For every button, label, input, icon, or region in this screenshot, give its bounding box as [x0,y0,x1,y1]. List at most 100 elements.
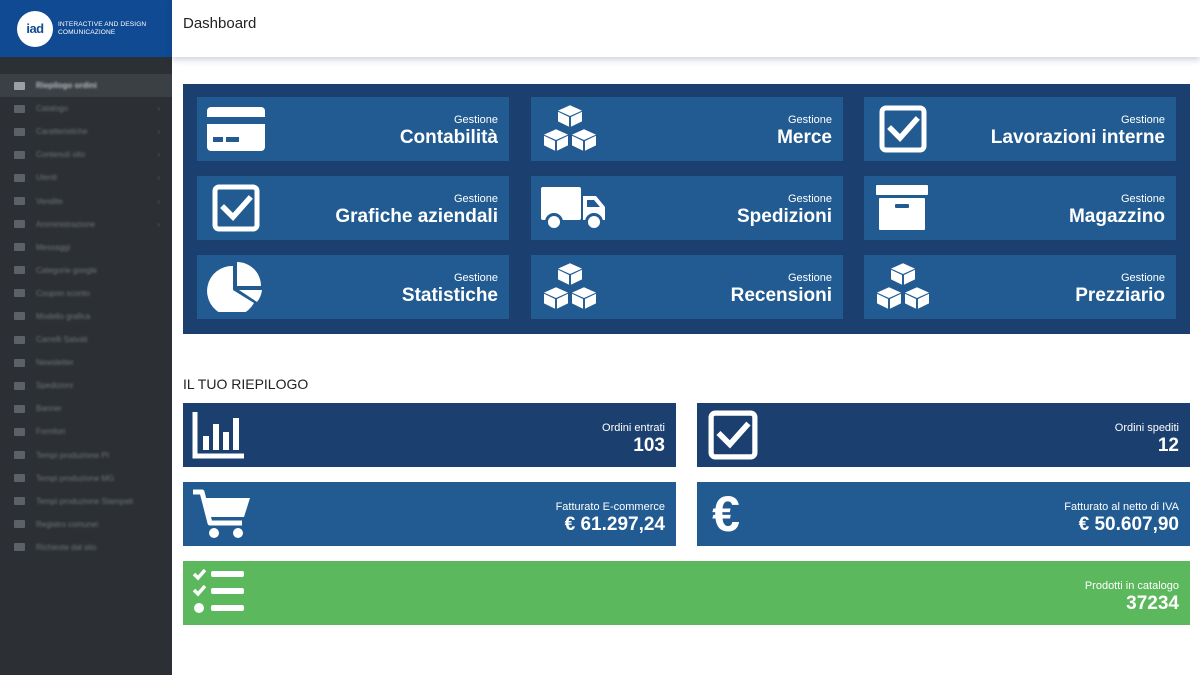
tile-merce[interactable]: Gestione Merce [531,97,843,161]
sidebar-item[interactable]: Tempi produzione MG [0,467,172,490]
tile-title: Lavorazioni interne [990,127,1165,148]
card-label: Ordini spediti [1114,422,1179,434]
sidebar-item-icon [14,173,25,182]
sidebar-item[interactable]: Registro comunei [0,513,172,536]
sidebar-item[interactable]: Categorie google [0,259,172,282]
tile-grafiche-aziendali[interactable]: Gestione Grafiche aziendali [197,176,509,240]
tile-magazzino-text: Gestione Magazzino [1069,193,1165,228]
sidebar-item[interactable]: Carrelli Salvati [0,328,172,351]
sidebar-item[interactable]: Riepilogo ordini [0,74,172,98]
sidebar-item-label: Tempi produzione PI [36,450,109,460]
tile-recensioni[interactable]: Gestione Recensioni [531,255,843,319]
tile-prezziario[interactable]: Gestione Prezziario [864,255,1176,319]
tile-statistiche-text: Gestione Statistiche [402,272,498,307]
tile-spedizioni-text: Gestione Spedizioni [737,193,832,228]
sidebar-item-label: Banner [36,404,62,414]
sidebar-item-label: Riepilogo ordini [36,81,97,91]
tile-recensioni-text: Gestione Recensioni [731,272,832,307]
cubes-icon [541,105,599,153]
sidebar-item-icon [14,127,25,136]
tile-title: Statistiche [401,285,498,306]
card-value: 103 [633,435,665,456]
check-square-icon [207,184,265,232]
tile-magazzino[interactable]: Gestione Magazzino [864,176,1176,240]
sidebar-nav: Riepilogo ordini Catalogo › Caratteristiche… [0,74,172,559]
brand-text: INTERACTIVE AND DESIGN COMUNICAZIONE [58,21,146,36]
sidebar-item[interactable]: Utenti › [0,166,172,189]
card-value: € 50.607,90 [1078,514,1179,535]
page-title: Dashboard [183,15,257,32]
sidebar-item[interactable]: Contenuti sito › [0,143,172,166]
bar-chart-icon [192,410,246,460]
cubes-icon [541,263,599,311]
card-fatturato-netto-text: Fatturato al netto di IVA € 50.607,90 [1064,501,1179,536]
sidebar-item[interactable]: Vendite › [0,189,172,212]
sidebar-item-label: Vendite [36,196,63,206]
brand-header[interactable]: iad INTERACTIVE AND DESIGN COMUNICAZIONE [0,0,172,57]
tile-lavorazioni-text: Gestione Lavorazioni interne [991,114,1165,149]
chevron-right-icon: › [157,219,160,229]
card-prodotti-text: Prodotti in catalogo 37234 [1085,580,1179,615]
tile-prefix: Gestione [453,114,498,126]
tile-title: Merce [777,127,832,148]
sidebar-item-icon [14,543,25,552]
sidebar-item[interactable]: Spedizioni [0,374,172,397]
sidebar-item[interactable]: Messaggi [0,236,172,259]
sidebar-item[interactable]: Tempi produzione Stampati [0,490,172,513]
credit-card-icon [207,105,265,153]
tile-prezziario-text: Gestione Prezziario [1075,272,1165,307]
card-ordini-entrati[interactable]: Ordini entrati 103 [183,403,676,467]
tile-grafiche-text: Gestione Grafiche aziendali [335,193,498,228]
top-header: Dashboard [172,0,1200,57]
sidebar-item-icon [14,289,25,298]
sidebar-item-label: Carrelli Salvati [36,335,88,345]
card-prodotti-catalogo[interactable]: Prodotti in catalogo 37234 [183,561,1190,625]
tile-title: Recensioni [730,285,832,306]
sidebar-item[interactable]: Modello grafica [0,305,172,328]
tile-contabilita[interactable]: Gestione Contabilità [197,97,509,161]
sidebar-item-icon [14,474,25,483]
tile-statistiche[interactable]: Gestione Statistiche [197,255,509,319]
card-value: € 61.297,24 [564,514,665,535]
tile-merce-text: Gestione Merce [777,114,832,149]
sidebar-item-label: Spedizioni [36,381,73,391]
tile-prefix: Gestione [1120,114,1165,126]
sidebar-item-label: Newsletter [36,358,74,368]
sidebar-item-label: Categorie google [36,265,97,275]
sidebar-item-icon [14,497,25,506]
sidebar-item-icon [14,427,25,436]
sidebar-item-label: Caratteristiche [36,127,88,137]
card-ordini-spediti[interactable]: Ordini spediti 12 [697,403,1190,467]
check-square-icon [874,105,932,153]
tile-contabilita-text: Gestione Contabilità [400,114,498,149]
sidebar-item[interactable]: Amministrazione › [0,213,172,236]
tile-title: Prezziario [1075,285,1165,306]
sidebar-item[interactable]: Caratteristiche › [0,120,172,143]
checklist-icon [192,568,246,618]
tile-spedizioni[interactable]: Gestione Spedizioni [531,176,843,240]
sidebar-item[interactable]: Richieste dal sito [0,536,172,559]
chevron-right-icon: › [157,104,160,114]
euro-icon [706,489,746,539]
brand-logo: iad [17,10,53,47]
chevron-right-icon: › [157,196,160,206]
sidebar-item[interactable]: Coupon sconto [0,282,172,305]
card-fatturato-ecommerce[interactable]: Fatturato E-commerce € 61.297,24 [183,482,676,546]
sidebar-item-icon [14,404,25,413]
sidebar-item[interactable]: Catalogo › [0,97,172,120]
tile-lavorazioni-interne[interactable]: Gestione Lavorazioni interne [864,97,1176,161]
card-value: 12 [1157,435,1179,456]
sidebar-item-label: Registro comunei [36,519,99,529]
sidebar-item[interactable]: Banner [0,397,172,420]
sidebar-item[interactable]: Newsletter [0,351,172,374]
sidebar-item[interactable]: Tempi produzione PI [0,444,172,467]
card-fatturato-netto-iva[interactable]: Fatturato al netto di IVA € 50.607,90 [697,482,1190,546]
sidebar-item-icon [14,312,25,321]
sidebar-item[interactable]: Fornitori [0,420,172,443]
chevron-right-icon: › [157,150,160,160]
sidebar-item-icon [14,220,25,229]
sidebar-item-icon [14,335,25,344]
sidebar-item-label: Fornitori [36,427,66,437]
card-fatturato-ecommerce-text: Fatturato E-commerce € 61.297,24 [556,501,665,536]
sidebar: iad INTERACTIVE AND DESIGN COMUNICAZIONE… [0,0,172,675]
